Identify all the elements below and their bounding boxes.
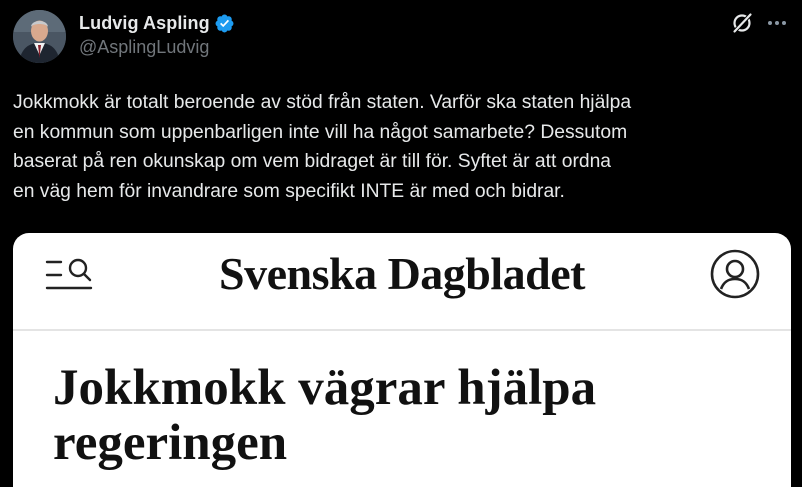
site-masthead: Svenska Dagbladet bbox=[219, 248, 585, 299]
tweet-text: Jokkmokk är totalt beroende av stöd från… bbox=[13, 92, 632, 202]
site-header: Svenska Dagbladet bbox=[13, 233, 791, 331]
verified-badge-icon[interactable] bbox=[214, 13, 235, 34]
avatar-image bbox=[13, 10, 66, 63]
article-headline: Jokkmokk vägrar hjälpa regeringen bbox=[53, 360, 597, 471]
more-options-icon[interactable] bbox=[766, 20, 788, 26]
grok-icon[interactable] bbox=[731, 12, 753, 34]
handle[interactable]: @AsplingLudvig bbox=[79, 37, 235, 58]
name-row: Ludvig Aspling bbox=[79, 10, 235, 36]
account-icon bbox=[710, 249, 760, 299]
avatar[interactable] bbox=[13, 10, 66, 63]
tweet: Ludvig Aspling @AsplingLudvig Jokkmokk ä… bbox=[0, 0, 802, 487]
media-card[interactable]: Svenska Dagbladet Jokkmokk vägrar hjälpa… bbox=[13, 233, 791, 487]
display-name[interactable]: Ludvig Aspling bbox=[79, 13, 210, 34]
user-info: Ludvig Aspling @AsplingLudvig bbox=[79, 10, 235, 58]
